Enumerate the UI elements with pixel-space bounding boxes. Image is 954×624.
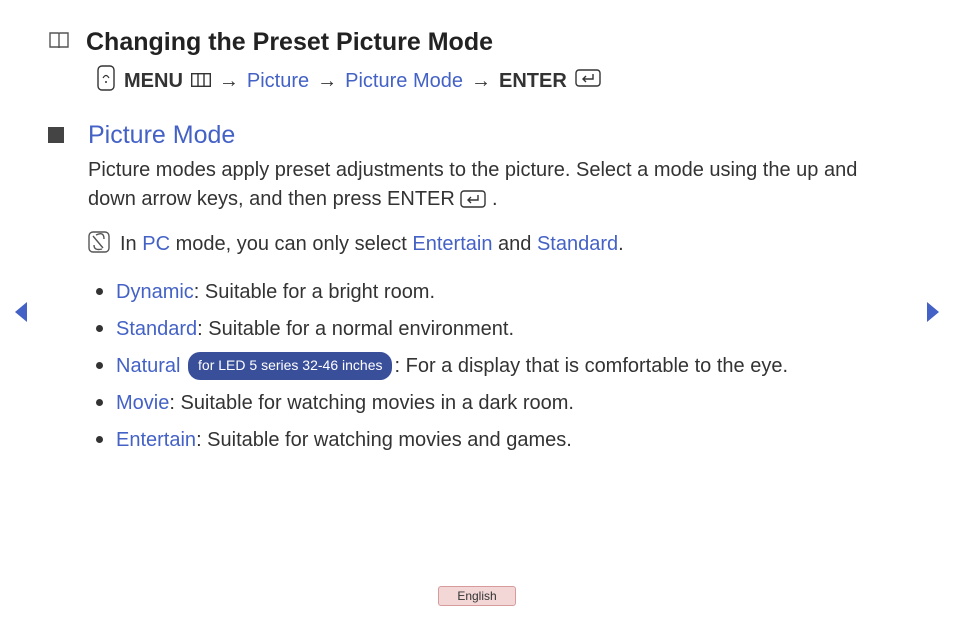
- mode-name: Natural: [116, 355, 180, 377]
- list-item: Entertain: Suitable for watching movies …: [116, 420, 906, 457]
- mode-list: Dynamic: Suitable for a bright room. Sta…: [88, 272, 906, 457]
- desc-post: .: [492, 188, 498, 210]
- menu-icon: [191, 70, 211, 93]
- mode-desc: : For a display that is comfortable to t…: [394, 355, 788, 377]
- nav-picture-mode: Picture Mode: [345, 70, 463, 93]
- section-bullet-icon: [48, 127, 64, 143]
- mode-desc: : Suitable for a normal environment.: [197, 318, 514, 340]
- mode-name: Movie: [116, 392, 169, 414]
- note-mid: mode, you can only select: [170, 233, 412, 255]
- page-title: Changing the Preset Picture Mode: [86, 28, 493, 57]
- sep-arrow: →: [219, 70, 239, 93]
- mode-desc: : Suitable for watching movies in a dark…: [169, 392, 574, 414]
- list-item: Natural for LED 5 series 32-46 inches: F…: [116, 346, 906, 383]
- enter-label: ENTER: [499, 70, 567, 93]
- list-item: Standard: Suitable for a normal environm…: [116, 309, 906, 346]
- list-item: Movie: Suitable for watching movies in a…: [116, 383, 906, 420]
- note-end: .: [618, 233, 624, 255]
- note-standard: Standard: [537, 233, 618, 255]
- note-icon: [88, 231, 110, 258]
- previous-page-button[interactable]: [12, 300, 30, 329]
- section-description: Picture modes apply preset adjustments t…: [88, 156, 906, 217]
- language-badge: English: [438, 586, 515, 606]
- note-pre: In: [120, 233, 142, 255]
- sep-arrow: →: [317, 70, 337, 93]
- nav-picture: Picture: [247, 70, 309, 93]
- enter-icon: [460, 191, 492, 213]
- menu-label: MENU: [124, 70, 183, 93]
- remote-icon: [96, 65, 116, 97]
- note-and: and: [492, 233, 536, 255]
- next-page-button[interactable]: [924, 300, 942, 329]
- mode-name: Dynamic: [116, 281, 194, 303]
- mode-name: Entertain: [116, 429, 196, 451]
- book-icon: [48, 31, 70, 56]
- list-item: Dynamic: Suitable for a bright room.: [116, 272, 906, 309]
- mode-desc: : Suitable for a bright room.: [194, 281, 435, 303]
- section-heading: Picture Mode: [88, 121, 906, 150]
- mode-desc: : Suitable for watching movies and games…: [196, 429, 572, 451]
- desc-enter: ENTER: [387, 188, 455, 210]
- note-pc: PC: [142, 233, 170, 255]
- mode-name: Standard: [116, 318, 197, 340]
- breadcrumb: MENU → Picture → Picture Mode → ENTER: [96, 65, 906, 97]
- note: In PC mode, you can only select Entertai…: [88, 231, 906, 258]
- note-entertain: Entertain: [412, 233, 492, 255]
- sep-arrow: →: [471, 70, 491, 93]
- series-badge: for LED 5 series 32-46 inches: [188, 352, 392, 380]
- enter-icon: [575, 69, 601, 93]
